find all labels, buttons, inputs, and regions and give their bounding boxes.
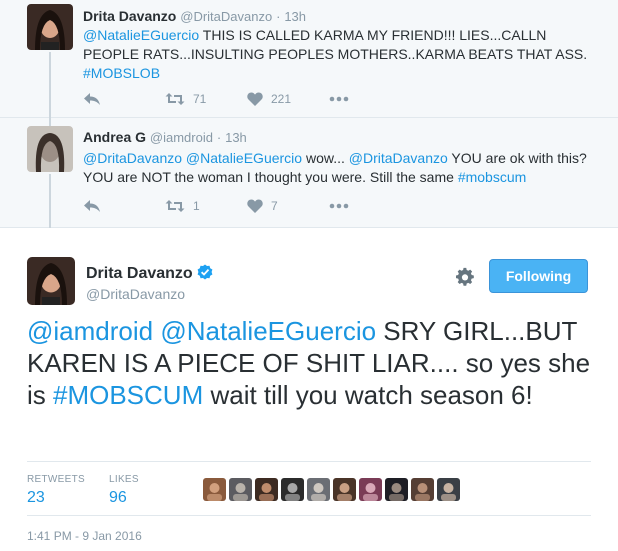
like-button[interactable]: 7 xyxy=(247,199,329,213)
avatar[interactable] xyxy=(27,4,73,50)
liker-avatar[interactable] xyxy=(359,478,382,501)
liker-avatar[interactable] xyxy=(385,478,408,501)
retweets-label: RETWEETS xyxy=(27,474,85,485)
tweet-actions: 1 7 xyxy=(83,196,349,216)
liker-avatar[interactable] xyxy=(229,478,252,501)
avatar[interactable] xyxy=(27,126,73,172)
thread-line xyxy=(49,174,51,228)
more-icon xyxy=(329,203,349,209)
author-handle[interactable]: @DritaDavanzo xyxy=(180,9,272,24)
thread-line xyxy=(49,52,51,118)
liker-avatar[interactable] xyxy=(411,478,434,501)
author-name[interactable]: Andrea G xyxy=(83,129,146,145)
mention-link[interactable]: @iamdroid xyxy=(27,316,153,346)
author-handle[interactable]: @DritaDavanzo xyxy=(86,286,185,302)
separator-dot: · xyxy=(276,9,281,24)
mention-link[interactable]: @DritaDavanzo xyxy=(83,150,182,166)
author-name[interactable]: Drita Davanzo xyxy=(83,8,176,24)
tweet-meta: Drita Davanzo @DritaDavanzo · 13h xyxy=(83,8,306,24)
author-name[interactable]: Drita Davanzo xyxy=(86,264,213,283)
likes-stat[interactable]: LIKES 96 xyxy=(109,474,139,507)
likes-count: 96 xyxy=(109,489,127,506)
retweets-count: 23 xyxy=(27,489,45,506)
liker-avatar[interactable] xyxy=(307,478,330,501)
tweet-text: @iamdroid @NatalieEGuercio SRY GIRL...BU… xyxy=(27,315,597,411)
separator-dot: · xyxy=(216,130,222,145)
tweet-text: @DritaDavanzo @NatalieEGuercio wow... @D… xyxy=(83,149,603,187)
like-count: 221 xyxy=(271,92,292,106)
liker-avatar[interactable] xyxy=(255,478,278,501)
like-icon xyxy=(247,92,263,106)
tweet-meta: Andrea G @iamdroid · 13h xyxy=(83,129,247,145)
verified-badge-icon xyxy=(197,264,213,280)
reply-icon xyxy=(84,93,100,105)
avatar[interactable] xyxy=(27,257,75,305)
mention-link[interactable]: @NatalieEGuercio xyxy=(160,316,376,346)
more-icon xyxy=(329,96,349,102)
divider xyxy=(27,515,591,516)
gear-icon[interactable] xyxy=(455,267,475,287)
liker-avatars xyxy=(203,478,463,501)
tweet-actions: 71 221 xyxy=(83,89,349,109)
tweet-time[interactable]: 13h xyxy=(284,9,306,24)
tweet-text-run: wow... xyxy=(302,150,349,166)
following-button[interactable]: Following xyxy=(489,259,588,293)
divider xyxy=(27,461,591,462)
reply-tweet[interactable]: Andrea G @iamdroid · 13h @DritaDavanzo @… xyxy=(0,118,618,228)
mention-link[interactable]: @DritaDavanzo xyxy=(349,150,448,166)
tweet-text: @NatalieEGuercio THIS IS CALLED KARMA MY… xyxy=(83,26,603,83)
tweet-text-run: wait till you watch season 6! xyxy=(203,380,533,410)
like-button[interactable]: 221 xyxy=(247,92,329,106)
retweet-icon xyxy=(165,200,185,212)
retweets-stat[interactable]: RETWEETS 23 xyxy=(27,474,85,507)
retweet-button[interactable]: 71 xyxy=(165,92,247,106)
more-button[interactable] xyxy=(329,203,349,209)
reply-tweet[interactable]: Drita Davanzo @DritaDavanzo · 13h @Natal… xyxy=(0,0,618,118)
likes-label: LIKES xyxy=(109,474,139,485)
author-name-text: Drita Davanzo xyxy=(86,265,193,282)
hashtag-link[interactable]: #mobscum xyxy=(458,169,526,185)
liker-avatar[interactable] xyxy=(203,478,226,501)
retweet-icon xyxy=(165,93,185,105)
reply-button[interactable] xyxy=(83,92,165,106)
like-icon xyxy=(247,199,263,213)
tweet-time[interactable]: 13h xyxy=(225,130,247,145)
thread-line xyxy=(49,118,51,126)
retweet-button[interactable]: 1 xyxy=(165,199,247,213)
hashtag-link[interactable]: #MOBSCUM xyxy=(53,380,203,410)
more-button[interactable] xyxy=(329,96,349,102)
reply-icon xyxy=(84,200,100,212)
retweet-count: 71 xyxy=(193,92,207,106)
retweet-count: 1 xyxy=(193,199,200,213)
liker-avatar[interactable] xyxy=(437,478,460,501)
like-count: 7 xyxy=(271,199,278,213)
author-handle[interactable]: @iamdroid xyxy=(150,130,213,145)
permalink-tweet: Drita Davanzo @DritaDavanzo Following @i… xyxy=(0,229,618,551)
tweet-timestamp[interactable]: 1:41 PM - 9 Jan 2016 xyxy=(27,529,142,543)
reply-button[interactable] xyxy=(83,199,165,213)
liker-avatar[interactable] xyxy=(333,478,356,501)
hashtag-link[interactable]: #MOBSLOB xyxy=(83,65,160,81)
mention-link[interactable]: @NatalieEGuercio xyxy=(83,27,199,43)
liker-avatar[interactable] xyxy=(281,478,304,501)
mention-link[interactable]: @NatalieEGuercio xyxy=(186,150,302,166)
